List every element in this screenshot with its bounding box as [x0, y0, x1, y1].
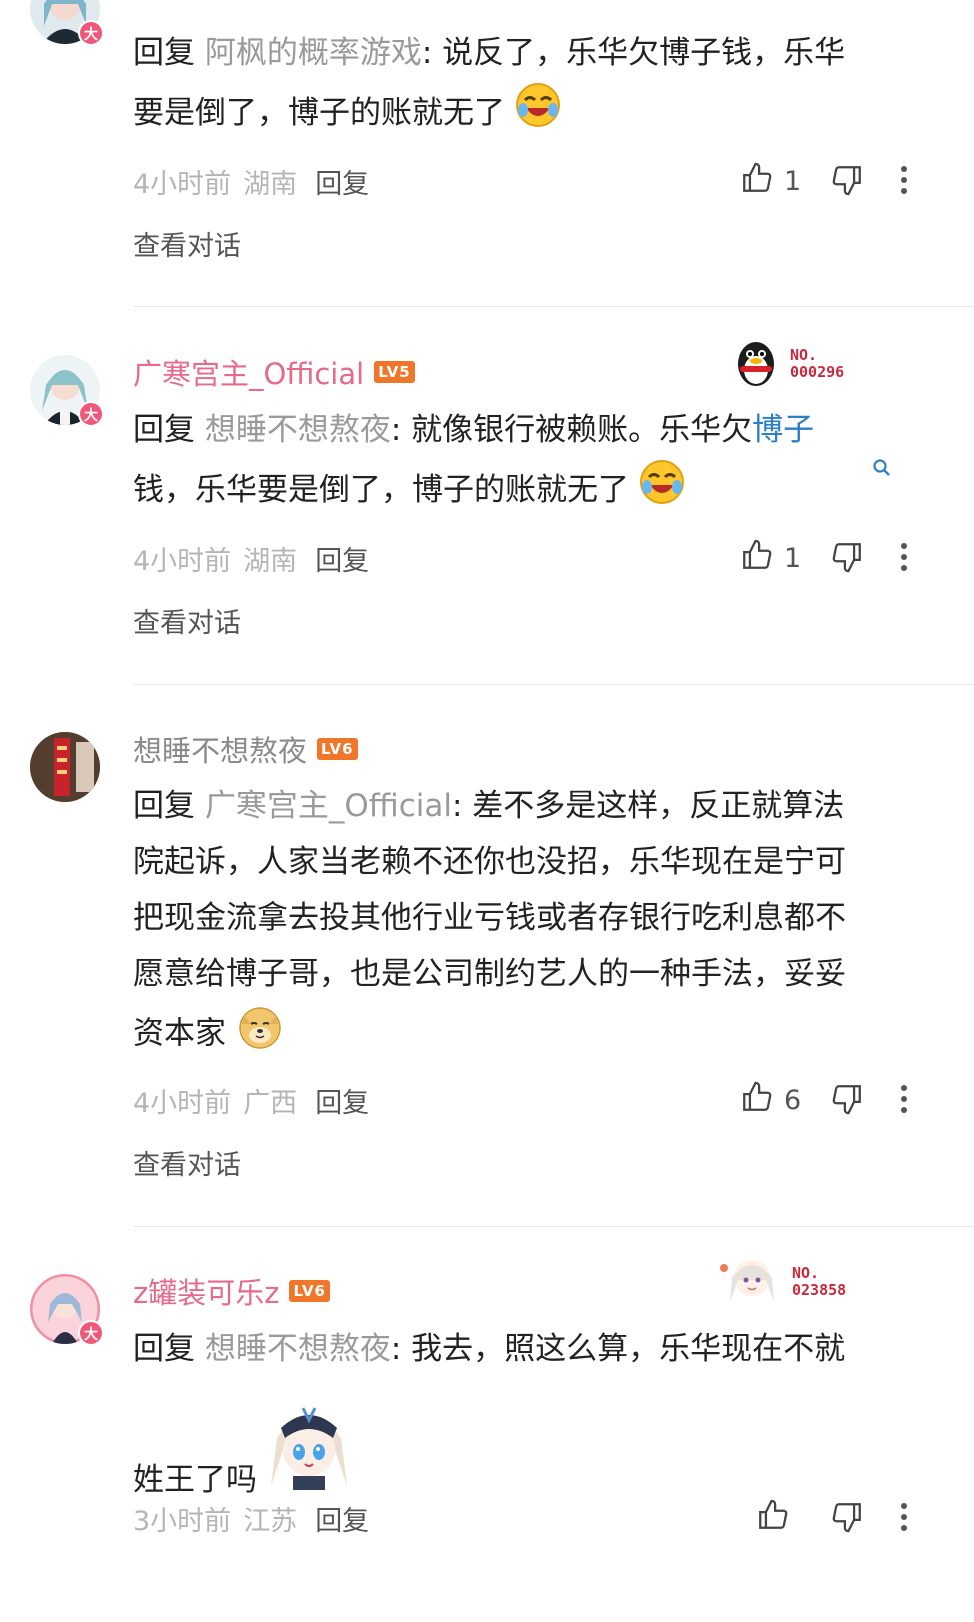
like-count: 1 — [784, 542, 802, 574]
thumbs-up-icon — [740, 538, 774, 579]
more-vertical-icon[interactable] — [900, 542, 908, 576]
reply-prefix: 回复 — [133, 35, 205, 71]
anime-sticker — [263, 1398, 355, 1509]
like-count: 6 — [784, 1084, 802, 1116]
location: 广西 — [243, 1087, 298, 1119]
username[interactable]: z罐装可乐z — [133, 1270, 279, 1312]
level-badge: LV5 — [374, 361, 415, 383]
divider — [133, 684, 974, 685]
avatar[interactable]: 大 — [30, 355, 104, 427]
more-vertical-icon[interactable] — [900, 1502, 908, 1536]
view-conversation-link[interactable]: 查看对话 — [133, 1143, 241, 1182]
avatar-badge: 大 — [78, 401, 104, 427]
like-button[interactable]: 6 — [740, 1080, 820, 1121]
mention-link[interactable]: 广寒宫主_Official — [205, 788, 452, 824]
search-icon[interactable] — [872, 458, 892, 482]
username-row: 广寒宫主_Official LV5 — [133, 352, 415, 392]
laughing-crying-emoji — [639, 459, 685, 524]
thumbs-up-icon — [756, 1498, 790, 1539]
thumbs-down-icon[interactable] — [830, 1500, 864, 1538]
thumbs-down-icon[interactable] — [830, 540, 864, 578]
thumbs-up-icon — [740, 161, 774, 202]
username[interactable]: 广寒宫主_Official — [133, 351, 364, 393]
comment-body[interactable]: 回复 想睡不想熬夜: 我去，照这么算，乐华现在不就 姓王了吗 — [133, 1320, 923, 1509]
comment-actions: 1 — [740, 538, 907, 579]
comment-actions — [740, 1498, 907, 1539]
mention-link[interactable]: 想睡不想熬夜 — [205, 412, 391, 448]
comment-text: 把现金流拿去投其他行业亏钱或者存银行吃利息都不 — [133, 900, 846, 936]
avatar[interactable]: 大 — [30, 0, 104, 46]
thumbs-down-icon[interactable] — [830, 163, 864, 201]
comment-text: : 我去，照这么算，乐华现在不就 — [390, 1331, 846, 1367]
reply-button[interactable]: 回复 — [315, 539, 369, 578]
timestamp: 3小时前 — [133, 1505, 232, 1537]
username[interactable]: 想睡不想熬夜 — [133, 728, 307, 770]
more-vertical-icon[interactable] — [900, 165, 908, 199]
avatar-badge: 大 — [78, 1320, 104, 1346]
timestamp: 4小时前 — [133, 1087, 232, 1119]
reply-prefix: 回复 — [133, 788, 205, 824]
divider — [133, 306, 974, 307]
fan-no-label: NO. — [790, 346, 818, 364]
avatar-image — [30, 732, 100, 802]
location: 湖南 — [243, 545, 298, 577]
laughing-crying-emoji — [515, 82, 561, 147]
view-conversation-link[interactable]: 查看对话 — [133, 224, 241, 263]
comment-text: : 说反了，乐华欠博子钱，乐华 — [421, 35, 846, 71]
avatar[interactable] — [30, 732, 100, 802]
penguin-icon — [728, 334, 784, 394]
fan-no-number: 023858 — [792, 1281, 847, 1299]
like-button[interactable]: 1 — [740, 538, 820, 579]
comment-body[interactable]: 回复 想睡不想熬夜: 就像银行被赖账。乐华欠博子 钱，乐华要是倒了，博子的账就无… — [133, 401, 923, 524]
like-button[interactable] — [740, 1498, 820, 1539]
username-row: 想睡不想熬夜 LV6 — [133, 729, 358, 769]
doge-emoji — [236, 1002, 284, 1068]
comment-text: 资本家 — [133, 1015, 226, 1052]
comment-body[interactable]: 回复 阿枫的概率游戏: 说反了，乐华欠博子钱，乐华 要是倒了，博子的账就无了 — [133, 24, 923, 147]
comment-text: 钱，乐华要是倒了，博子的账就无了 — [133, 472, 629, 508]
comment-text: 院起诉，人家当老赖不还你也没招，乐华现在是宁可 — [133, 844, 846, 880]
fan-no-label: NO. — [792, 1264, 820, 1282]
comment-meta: 4小时前 广西 回复 — [133, 1080, 369, 1120]
reply-prefix: 回复 — [133, 412, 205, 448]
comment-actions: 6 — [740, 1080, 907, 1121]
comment-meta: 4小时前 湖南 回复 — [133, 161, 369, 201]
reply-button[interactable]: 回复 — [315, 1081, 369, 1120]
keyword-link[interactable]: 博子 — [752, 412, 814, 448]
like-count: 1 — [784, 165, 802, 197]
anime-character-icon — [716, 1252, 786, 1312]
comment-text: 愿意给博子哥，也是公司制约艺人的一种手法，妥妥 — [133, 956, 846, 992]
avatar[interactable]: 大 — [30, 1274, 104, 1346]
username-row: z罐装可乐z LV6 — [133, 1271, 330, 1311]
avatar-badge: 大 — [78, 20, 104, 46]
reply-button[interactable]: 回复 — [315, 162, 369, 201]
mention-link[interactable]: 想睡不想熬夜 — [205, 1331, 391, 1367]
fan-badge: NO. 000296 — [728, 334, 844, 394]
view-conversation-link[interactable]: 查看对话 — [133, 601, 241, 640]
fan-badge: NO. 023858 — [716, 1252, 846, 1312]
comment-actions: 1 — [740, 161, 907, 202]
location: 江苏 — [243, 1505, 298, 1537]
mention-link[interactable]: 阿枫的概率游戏 — [205, 35, 422, 71]
comment-text: 要是倒了，博子的账就无了 — [133, 95, 505, 131]
thumbs-down-icon[interactable] — [830, 1082, 864, 1120]
comment-meta: 3小时前 江苏 回复 — [133, 1498, 369, 1538]
more-vertical-icon[interactable] — [900, 1084, 908, 1118]
like-button[interactable]: 1 — [740, 161, 820, 202]
comment-text: : 就像银行被赖账。乐华欠 — [390, 412, 753, 448]
comment-meta: 4小时前 湖南 回复 — [133, 538, 369, 578]
reply-button[interactable]: 回复 — [315, 1499, 369, 1538]
level-badge: LV6 — [317, 738, 358, 760]
fan-no-number: 000296 — [790, 363, 845, 381]
comment-body[interactable]: 回复 广寒宫主_Official: 差不多是这样，反正就算法 院起诉，人家当老赖… — [133, 778, 923, 1068]
location: 湖南 — [243, 168, 298, 200]
reply-prefix: 回复 — [133, 1331, 205, 1367]
timestamp: 4小时前 — [133, 168, 232, 200]
divider — [133, 1226, 974, 1227]
level-badge: LV6 — [289, 1280, 330, 1302]
timestamp: 4小时前 — [133, 545, 232, 577]
thumbs-up-icon — [740, 1080, 774, 1121]
comment-text: : 差不多是这样，反正就算法 — [452, 788, 845, 824]
